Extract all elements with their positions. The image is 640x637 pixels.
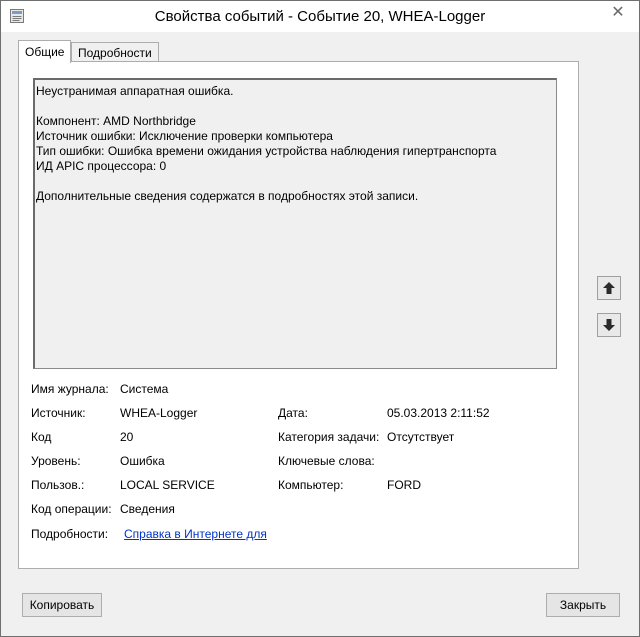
opcode-value[interactable]: Сведения xyxy=(120,502,175,516)
close-icon: ✕ xyxy=(611,4,625,21)
level-label: Уровень: xyxy=(31,454,81,468)
tab-general[interactable]: Общие xyxy=(18,40,72,63)
event-properties-window: Свойства событий - Событие 20, WHEA-Logg… xyxy=(0,0,640,637)
tab-details-label: Подробности xyxy=(78,46,152,60)
log-name-label: Имя журнала: xyxy=(31,382,109,396)
source-value[interactable]: WHEA-Logger xyxy=(120,406,197,420)
task-category-label: Категория задачи: xyxy=(278,430,380,444)
tab-general-label: Общие xyxy=(25,45,65,59)
online-help-link[interactable]: Справка в Интернете для xyxy=(124,527,267,541)
user-value[interactable]: LOCAL SERVICE xyxy=(120,478,215,492)
description-line: Дополнительные сведения содержатся в под… xyxy=(36,189,419,203)
code-label: Код xyxy=(31,430,52,444)
event-description-box[interactable]: Неустранимая аппаратная ошибка. Компонен… xyxy=(33,78,557,369)
date-label: Дата: xyxy=(278,406,308,420)
description-line: ИД APIC процессора: 0 xyxy=(36,159,167,173)
arrow-up-icon xyxy=(603,282,615,294)
user-label: Пользов.: xyxy=(31,478,85,492)
level-value[interactable]: Ошибка xyxy=(120,454,165,468)
description-line: Компонент: AMD Northbridge xyxy=(36,114,196,128)
arrow-down-icon xyxy=(603,319,615,331)
code-value[interactable]: 20 xyxy=(120,430,133,444)
general-tab-panel: Неустранимая аппаратная ошибка. Компонен… xyxy=(18,61,579,569)
previous-event-button[interactable] xyxy=(597,276,621,300)
copy-button[interactable]: Копировать xyxy=(22,593,102,617)
window-title: Свойства событий - Событие 20, WHEA-Logg… xyxy=(154,8,486,25)
close-window-button[interactable]: ✕ xyxy=(603,2,633,22)
tab-details[interactable]: Подробности xyxy=(71,42,159,63)
computer-label: Компьютер: xyxy=(278,478,344,492)
description-line: Тип ошибки: Ошибка времени ожидания устр… xyxy=(36,144,497,158)
task-category-value[interactable]: Отсутствует xyxy=(387,430,454,444)
log-name-value[interactable]: Система xyxy=(120,382,168,396)
description-line: Неустранимая аппаратная ошибка. xyxy=(36,84,234,98)
computer-value[interactable]: FORD xyxy=(387,478,421,492)
description-line: Источник ошибки: Исключение проверки ком… xyxy=(36,129,333,143)
keywords-label: Ключевые слова: xyxy=(278,454,375,468)
next-event-button[interactable] xyxy=(597,313,621,337)
title-bar[interactable]: Свойства событий - Событие 20, WHEA-Logg… xyxy=(1,1,639,32)
source-label: Источник: xyxy=(31,406,86,420)
date-value[interactable]: 05.03.2013 2:11:52 xyxy=(387,406,490,420)
opcode-label: Код операции: xyxy=(31,502,112,516)
details-label: Подробности: xyxy=(31,527,109,541)
dialog-client-area: Общие Подробности Неустранимая аппаратна… xyxy=(1,32,639,636)
close-button[interactable]: Закрыть xyxy=(546,593,620,617)
